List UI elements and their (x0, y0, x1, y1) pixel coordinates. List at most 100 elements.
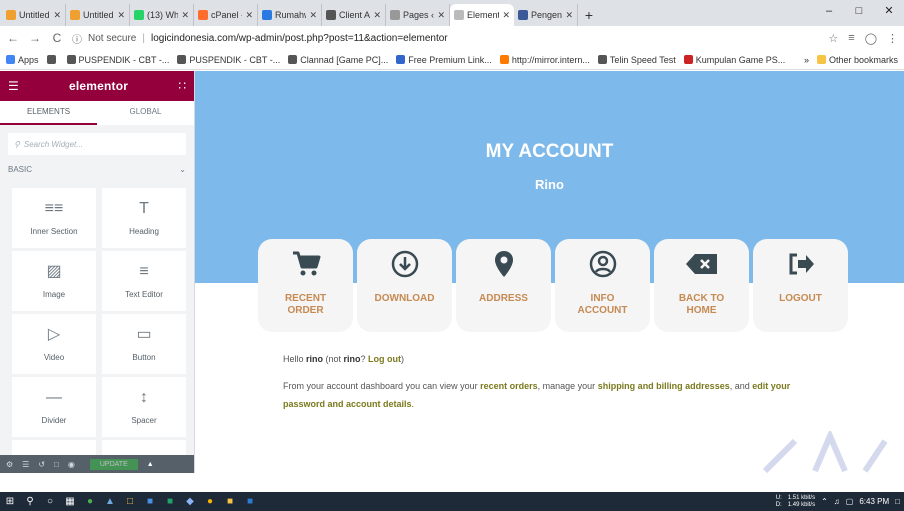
responsive-icon[interactable]: □ (54, 460, 59, 469)
widgets-grid-icon[interactable]: ∷ (178, 79, 186, 93)
bookmark-icon (683, 55, 693, 64)
browser-tab[interactable]: Rumahweb✕ (258, 4, 322, 26)
bookmark-item[interactable]: Kumpulan Game PS... (683, 55, 785, 65)
widget-label: Video (43, 352, 65, 362)
logout-link[interactable]: Log out (368, 354, 401, 364)
widget-tile[interactable]: ↕ Spacer (102, 377, 186, 437)
widget-tile[interactable]: ▨ Image (12, 251, 96, 311)
card-address[interactable]: ADDRESS (456, 239, 551, 332)
widget-tile[interactable]: — Divider (12, 377, 96, 437)
bookmark-item[interactable]: Apps (6, 55, 39, 65)
settings-icon[interactable]: ⚙ (6, 460, 13, 469)
browser-tab[interactable]: Pages ‹ Log✕ (386, 4, 450, 26)
browser-tab[interactable]: Pengenalan✕ (514, 4, 578, 26)
widget-label: Inner Section (30, 226, 78, 236)
tab-elements[interactable]: ELEMENTS (0, 101, 97, 125)
tab-close-icon[interactable]: ✕ (373, 10, 381, 21)
clock-time[interactable]: 6:43 PM (859, 497, 889, 506)
card-info-account[interactable]: INFO ACCOUNT (555, 239, 650, 332)
network-icon[interactable]: ▢ (846, 497, 854, 506)
widget-tile[interactable]: ≡ Text Editor (102, 251, 186, 311)
hello-message: Hello rino (not rino? Log out) (283, 354, 404, 364)
card-back-home[interactable]: BACK TO HOME (654, 239, 749, 332)
recent-orders-link[interactable]: recent orders (480, 381, 538, 391)
url-field[interactable]: ⓘ Not secure | logicindonesia.com/wp-adm… (72, 28, 820, 48)
excel-taskbar-icon[interactable]: ■ (164, 496, 176, 508)
explorer-taskbar-icon[interactable]: □ (124, 496, 136, 508)
browser-tab[interactable]: Untitled Di✕ (2, 4, 66, 26)
tab-close-icon[interactable]: ✕ (181, 10, 189, 21)
browser-tab[interactable]: Client Area✕ (322, 4, 386, 26)
maximize-button[interactable]: □ (844, 0, 874, 22)
bookmark-item[interactable]: Telin Speed Test (597, 55, 676, 65)
minimize-button[interactable]: – (814, 0, 844, 22)
addresses-link[interactable]: shipping and billing addresses (598, 381, 730, 391)
windows-start-icon[interactable]: ⊞ (4, 496, 16, 508)
browser-tab[interactable]: Untitled Di✕ (66, 4, 130, 26)
net-up-label: U: (775, 494, 782, 501)
preview-eye-icon[interactable]: ◉ (68, 460, 75, 469)
chrome-taskbar-icon[interactable]: ● (84, 496, 96, 508)
hamburger-menu-icon[interactable]: ☰ (8, 79, 19, 93)
reload-button[interactable]: C (50, 31, 64, 45)
card-logout[interactable]: LOGOUT (753, 239, 848, 332)
close-window-button[interactable]: ✕ (874, 0, 904, 22)
bookmark-star-icon[interactable]: ☆ (828, 32, 838, 45)
update-options-icon[interactable]: ▲ (147, 461, 154, 468)
photos-taskbar-icon[interactable]: ■ (144, 496, 156, 508)
task-view-icon[interactable]: ▦ (64, 496, 76, 508)
update-button[interactable]: UPDATE (89, 458, 138, 470)
forward-button[interactable]: → (28, 31, 42, 45)
tab-close-icon[interactable]: ✕ (117, 10, 125, 21)
widget-label: Heading (129, 226, 159, 236)
profile-icon[interactable]: ◯ (865, 32, 877, 45)
widget-tile[interactable]: ≡≡ Inner Section (12, 188, 96, 248)
new-tab-button[interactable]: + (578, 4, 600, 26)
media-taskbar-icon[interactable]: ● (204, 496, 216, 508)
category-label: BASIC (8, 165, 33, 174)
widget-search-input[interactable]: ⚲ Search Widget... (8, 133, 186, 155)
tab-close-icon[interactable]: ✕ (53, 10, 61, 21)
chevron-up-icon[interactable]: ⌃ (821, 497, 828, 506)
bookmark-item[interactable]: PUSPENDIK - CBT -... (66, 55, 169, 65)
bookmark-item[interactable]: Clannad [Game PC]... (288, 55, 388, 65)
tab-favicon-icon (262, 10, 272, 20)
bookmark-item[interactable]: Free Premium Link... (396, 55, 492, 65)
card-recent-order[interactable]: RECENT ORDER (258, 239, 353, 332)
bookmark-item[interactable]: PUSPENDIK - CBT -... (177, 55, 280, 65)
app-taskbar-icon[interactable]: ▲ (104, 496, 116, 508)
widget-tile[interactable]: ▷ Video (12, 314, 96, 374)
history-icon[interactable]: ↺ (38, 460, 45, 469)
widget-tile[interactable]: T Heading (102, 188, 186, 248)
search-icon[interactable]: ⚲ (24, 496, 36, 508)
back-button[interactable]: ← (6, 31, 20, 45)
extension-icon[interactable]: ≡ (848, 32, 854, 45)
volume-icon[interactable]: ♫ (834, 497, 840, 506)
tab-global[interactable]: GLOBAL (97, 101, 194, 125)
browser-tab[interactable]: (13) Whats✕ (130, 4, 194, 26)
navigator-icon[interactable]: ☰ (22, 460, 29, 469)
net-down-speed: 1.49 kbit/s (787, 501, 816, 508)
folder-taskbar-icon[interactable]: ■ (224, 496, 236, 508)
bookmark-item[interactable] (46, 55, 59, 64)
net-up-speed: 1.51 kbit/s (787, 494, 816, 501)
tab-close-icon[interactable]: ✕ (245, 10, 253, 21)
browser-tab[interactable]: cPanel - M✕ (194, 4, 258, 26)
widget-tile[interactable]: ▭ Button (102, 314, 186, 374)
category-basic[interactable]: BASIC ⌄ (8, 165, 186, 174)
info-icon[interactable]: ⓘ (72, 31, 82, 46)
more-bookmarks-button[interactable]: » (804, 55, 809, 65)
tab-close-icon[interactable]: ✕ (502, 10, 510, 21)
pin-taskbar-icon[interactable]: ◆ (184, 496, 196, 508)
browser-tab[interactable]: Elementor |✕ (450, 4, 514, 26)
other-bookmarks-folder[interactable]: Other bookmarks (816, 55, 898, 65)
menu-kebab-icon[interactable]: ⋮ (887, 32, 898, 45)
tab-close-icon[interactable]: ✕ (309, 10, 317, 21)
bookmark-item[interactable]: http://mirror.intern... (499, 55, 590, 65)
tab-close-icon[interactable]: ✕ (437, 10, 445, 21)
word-taskbar-icon[interactable]: ■ (244, 496, 256, 508)
card-download[interactable]: DOWNLOAD (357, 239, 452, 332)
tab-close-icon[interactable]: ✕ (565, 10, 573, 21)
cortana-icon[interactable]: ○ (44, 496, 56, 508)
notification-icon[interactable]: □ (895, 497, 900, 506)
